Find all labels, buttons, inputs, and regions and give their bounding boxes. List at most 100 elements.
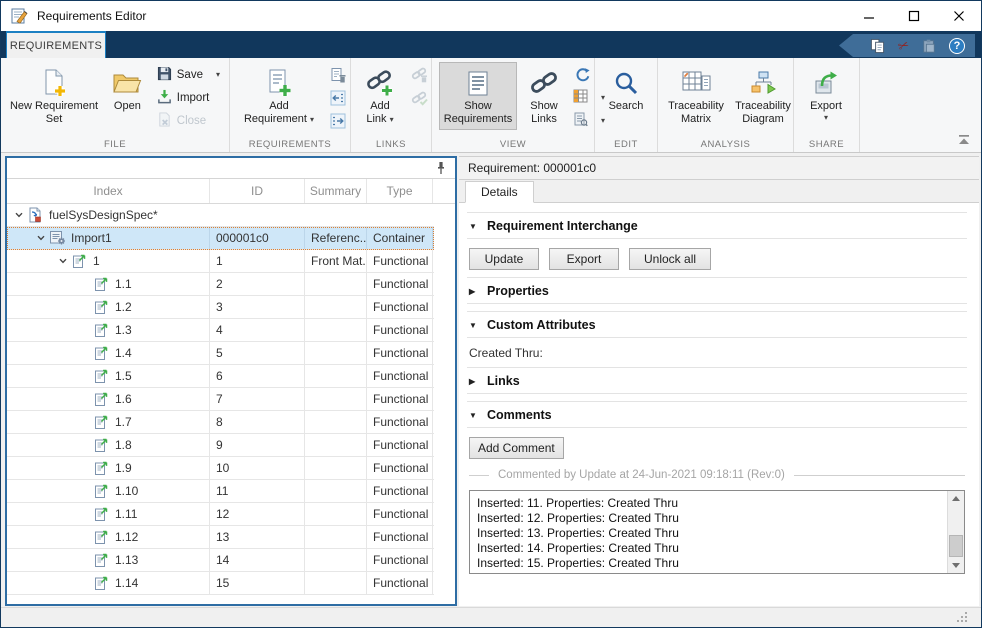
add-link-icon [365, 66, 395, 100]
save-button[interactable]: Save ▾ [155, 64, 222, 85]
import-button[interactable]: Import [155, 87, 222, 108]
expander-icon[interactable] [11, 210, 27, 220]
cell-type: Functional [367, 250, 433, 272]
copy-icon[interactable] [870, 38, 885, 54]
group-label: REQUIREMENTS [230, 139, 350, 150]
open-button[interactable]: Open [105, 62, 150, 117]
details-content: ▼ Requirement Interchange Update Export … [459, 203, 979, 606]
add-link-button[interactable]: Add Link ▾ [358, 62, 402, 130]
comment-scrollbar[interactable] [947, 491, 964, 573]
tree-row[interactable]: 1.1314Functional [7, 549, 434, 572]
collapse-toolstrip-icon[interactable] [957, 134, 971, 148]
requirement-icon [93, 575, 111, 591]
toolstrip: New Requirement Set Open Save ▾ Import C… [1, 58, 981, 153]
scroll-up-icon[interactable] [948, 491, 965, 506]
cell-summary [305, 296, 367, 318]
section-comments[interactable]: ▼ Comments [467, 401, 967, 428]
requirement-icon [93, 368, 111, 384]
tab-requirements[interactable]: REQUIREMENTS [6, 31, 106, 58]
show-requirements-button[interactable]: Show Requirements [439, 62, 517, 130]
unlock-all-button[interactable]: Unlock all [629, 248, 711, 270]
section-links[interactable]: ▶ Links [467, 367, 967, 394]
cell-summary [305, 319, 367, 341]
requirements-editor-logo-icon [11, 8, 29, 24]
expander-icon[interactable] [55, 256, 71, 266]
tree-row[interactable]: fuelSysDesignSpec* [7, 204, 434, 227]
export-button[interactable]: Export ▾ [801, 62, 851, 126]
refresh-button[interactable] [571, 64, 595, 85]
add-requirement-button[interactable]: Add Requirement ▾ [237, 62, 321, 130]
section-custom-attributes[interactable]: ▼ Custom Attributes [467, 311, 967, 338]
details-panel: Requirement: 000001c0 Details ▼ Requirem… [459, 156, 979, 606]
help-icon[interactable]: ? [949, 38, 965, 54]
cell-summary [305, 411, 367, 433]
traceability-matrix-button[interactable]: Traceability Matrix [665, 62, 727, 130]
tree-row[interactable]: 1.1415Functional [7, 572, 434, 595]
cell-type: Functional [367, 457, 433, 479]
demote-requirement-button[interactable] [326, 110, 350, 131]
tree-row-label: 1.3 [115, 323, 132, 337]
section-properties[interactable]: ▶ Properties [467, 277, 967, 304]
cell-summary: Front Mat... [305, 250, 367, 272]
section-requirement-interchange[interactable]: ▼ Requirement Interchange [467, 212, 967, 239]
column-header-id[interactable]: ID [210, 179, 305, 203]
section-title: Comments [487, 408, 552, 422]
add-comment-button[interactable]: Add Comment [469, 437, 564, 459]
tree-row[interactable]: 1.67Functional [7, 388, 434, 411]
tab-details[interactable]: Details [465, 181, 534, 203]
show-links-button[interactable]: Show Links [522, 62, 566, 130]
scroll-thumb[interactable] [949, 535, 963, 557]
pin-icon[interactable] [436, 161, 446, 178]
tree-row[interactable]: 1.1112Functional [7, 503, 434, 526]
tree-row[interactable]: 1.12Functional [7, 273, 434, 296]
column-header-index[interactable]: Index [7, 179, 210, 203]
export-req-button[interactable]: Export [549, 248, 619, 270]
requirement-icon [93, 276, 111, 292]
comment-box[interactable]: Inserted: 11. Properties: Created ThruIn… [469, 490, 965, 574]
cell-index: 1.3 [7, 319, 210, 341]
tree-row[interactable]: 1.89Functional [7, 434, 434, 457]
tree-row[interactable]: 1.56Functional [7, 365, 434, 388]
cell-index: 1.11 [7, 503, 210, 525]
show-requirements-icon [466, 66, 490, 100]
tree-row-label: 1.8 [115, 438, 132, 452]
details-tab-strip: Details [459, 180, 979, 203]
delete-requirement-button[interactable] [326, 64, 350, 85]
filter-icon [573, 112, 588, 130]
resize-grip[interactable] [965, 612, 967, 614]
tree-header-row: Index ID Summary Type [7, 179, 455, 204]
requirement-icon [93, 414, 111, 430]
column-header-type[interactable]: Type [367, 179, 433, 203]
expander-icon[interactable] [33, 233, 49, 243]
cell-index: 1.2 [7, 296, 210, 318]
tree-row[interactable]: Import1000001c0Referenc...Container [7, 227, 434, 250]
new-requirement-set-button[interactable]: New Requirement Set [8, 62, 100, 130]
tree-row[interactable]: 1.1011Functional [7, 480, 434, 503]
columns-icon [573, 89, 588, 106]
tree-row[interactable]: 1.1213Functional [7, 526, 434, 549]
cell-type: Functional [367, 526, 433, 548]
tree-row[interactable]: 1.78Functional [7, 411, 434, 434]
cell-type: Functional [367, 342, 433, 364]
promote-requirement-button[interactable] [326, 87, 350, 108]
requirement-icon [71, 253, 89, 269]
tree-row[interactable]: 1.23Functional [7, 296, 434, 319]
tree-row[interactable]: 1.910Functional [7, 457, 434, 480]
minimize-button[interactable] [846, 1, 891, 31]
traceability-diagram-button[interactable]: Traceability Diagram [732, 62, 794, 130]
close-button[interactable] [936, 1, 981, 31]
tree-row[interactable]: 1.45Functional [7, 342, 434, 365]
cut-icon[interactable]: ✂ [896, 38, 911, 54]
scroll-down-icon[interactable] [948, 558, 965, 573]
cell-index: Import1 [7, 227, 210, 249]
update-button[interactable]: Update [469, 248, 539, 270]
cell-id: 000001c0 [210, 227, 305, 249]
tree-row[interactable]: 1.34Functional [7, 319, 434, 342]
traceability-matrix-icon [681, 66, 711, 100]
paste-icon [922, 38, 936, 54]
search-button[interactable]: Search [602, 62, 650, 117]
tree-row[interactable]: 11Front Mat...Functional [7, 250, 434, 273]
column-header-summary[interactable]: Summary [305, 179, 367, 203]
maximize-button[interactable] [891, 1, 936, 31]
toolstrip-filler [860, 58, 981, 152]
